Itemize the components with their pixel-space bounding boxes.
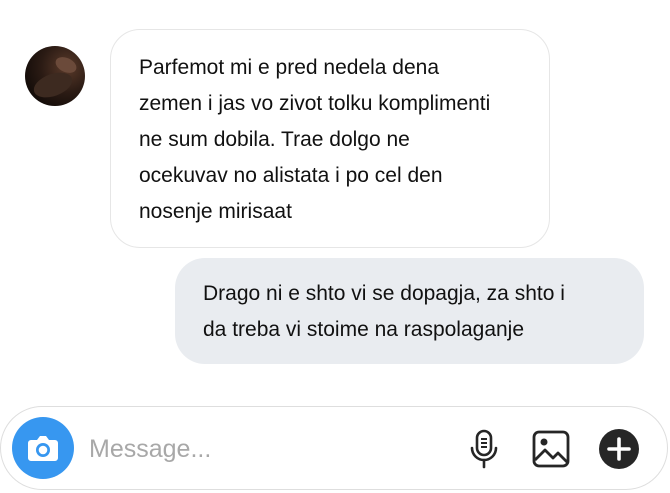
message-input[interactable]: [89, 429, 429, 469]
chat-thread: Parfemot mi e pred nedela dena zemen i j…: [0, 0, 670, 493]
voice-message-button[interactable]: [462, 427, 506, 471]
incoming-message-bubble[interactable]: Parfemot mi e pred nedela dena zemen i j…: [110, 29, 550, 248]
add-button[interactable]: [597, 427, 641, 471]
gallery-button[interactable]: [529, 427, 573, 471]
camera-button[interactable]: [12, 417, 74, 479]
image-icon: [532, 430, 570, 468]
message-text-line: zemen i jas vo zivot tolku komplimenti: [139, 92, 491, 115]
message-text-line: Drago ni e shto vi se dopagja, za shto i: [203, 282, 565, 305]
plus-circle-icon: [599, 429, 639, 469]
message-text-line: nosenje mirisaat: [139, 200, 292, 223]
message-composer: [0, 406, 668, 490]
message-text-line: ne sum dobila. Trae dolgo ne: [139, 128, 410, 151]
message-text-line: da treba vi stoime na raspolaganje: [203, 318, 525, 341]
outgoing-message-bubble[interactable]: Drago ni e shto vi se dopagja, za shto i…: [175, 258, 644, 364]
sender-avatar[interactable]: [25, 46, 85, 106]
camera-icon: [28, 436, 58, 461]
message-text-line: Parfemot mi e pred nedela dena: [139, 56, 440, 79]
message-text-line: ocekuvav no alistata i po cel den: [139, 164, 443, 187]
microphone-icon: [470, 429, 498, 469]
